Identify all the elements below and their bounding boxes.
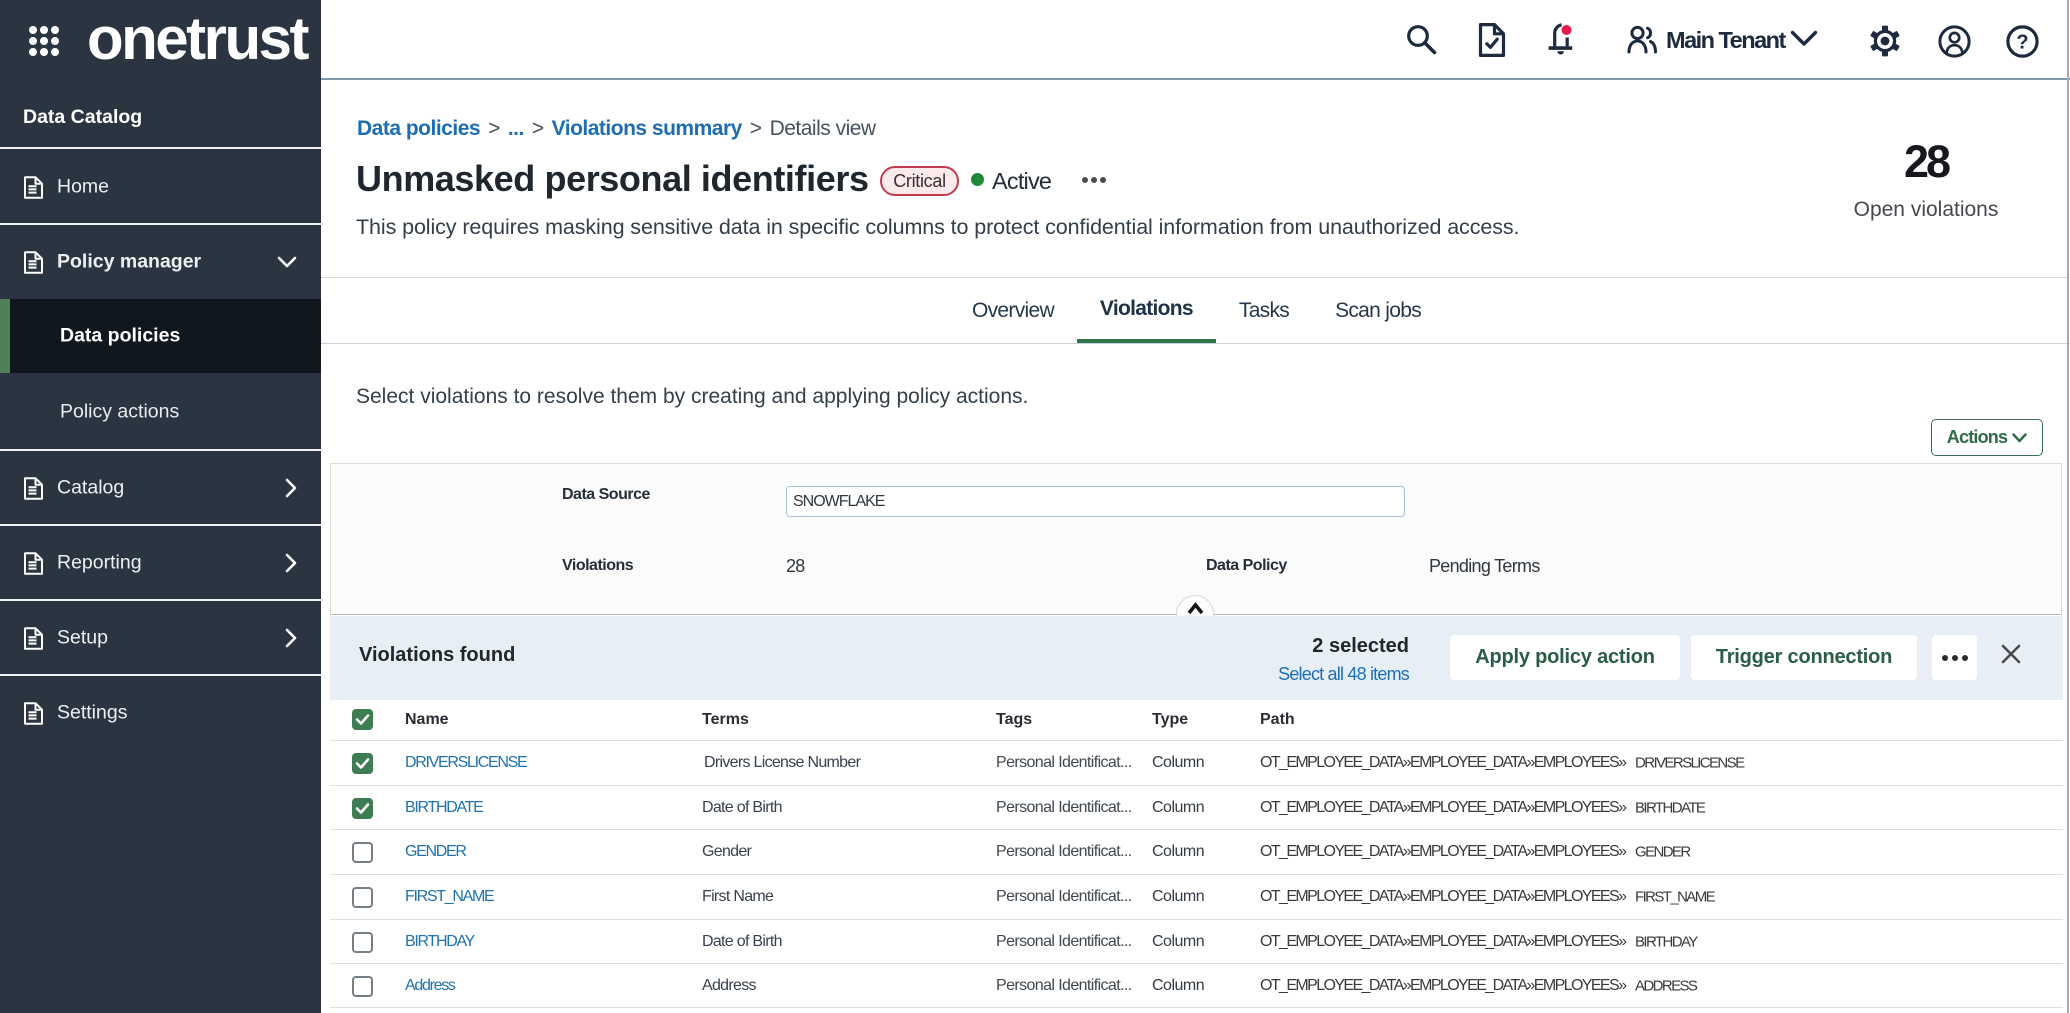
svg-text:?: ?	[2016, 32, 2028, 54]
